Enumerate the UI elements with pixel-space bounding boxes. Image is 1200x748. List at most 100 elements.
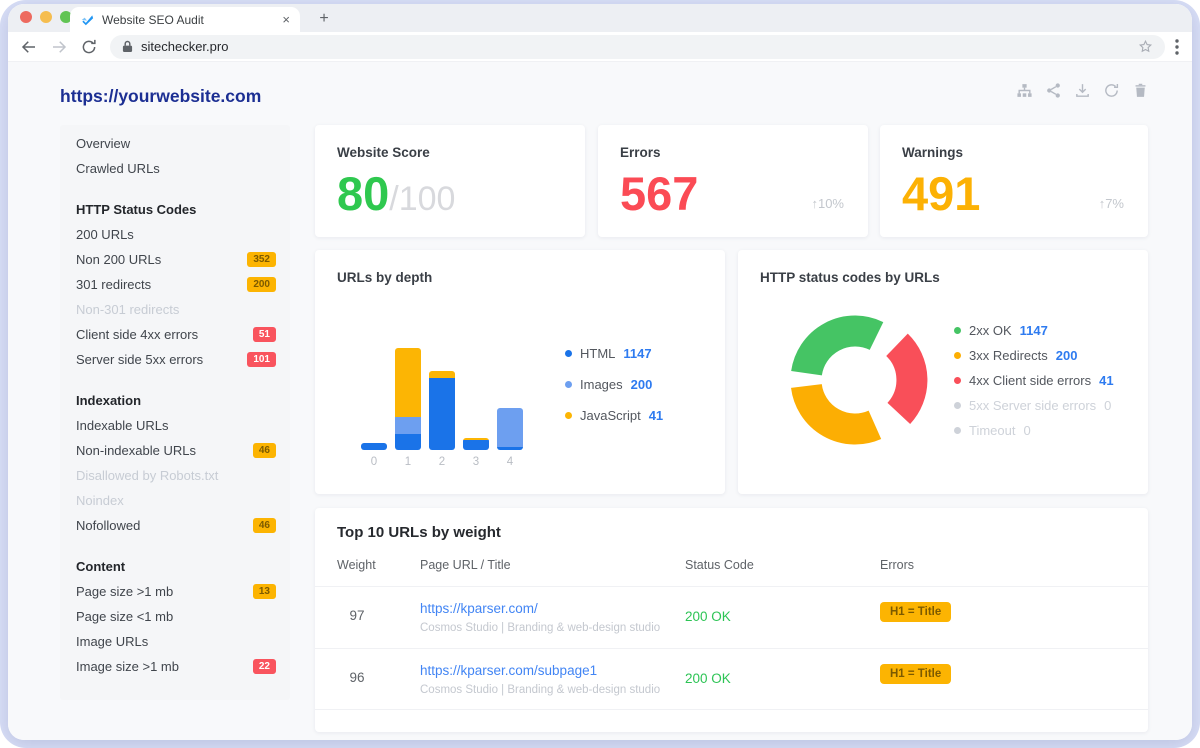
sidebar-item[interactable]: 301 redirects 200 <box>76 272 276 297</box>
warnings-trend: ↑7% <box>1099 196 1124 211</box>
tab-title: Website SEO Audit <box>102 13 274 27</box>
count-badge: 352 <box>247 252 276 267</box>
legend-label: JavaScript <box>580 408 641 423</box>
report-actions <box>1016 82 1149 99</box>
sidebar-item[interactable]: 200 URLs <box>76 222 276 247</box>
sidebar-item[interactable]: Client side 4xx errors51 <box>76 322 276 347</box>
legend-item: 2xx OK1147 <box>954 318 1114 343</box>
status-chart-legend: 2xx OK1147 3xx Redirects 200 4xx Client sid… <box>954 318 1114 443</box>
count-badge: 200 <box>247 277 276 292</box>
refresh-icon[interactable] <box>1103 82 1120 99</box>
new-tab-button[interactable]: + <box>313 8 335 30</box>
legend-label: 3xx Redirects <box>969 348 1048 363</box>
count-badge: 46 <box>253 518 276 533</box>
legend-label: Images <box>580 377 623 392</box>
sidebar-item[interactable]: Overview <box>76 131 276 156</box>
legend-item: 4xx Client side errors41 <box>954 368 1114 393</box>
status-donut-chart <box>780 305 930 455</box>
sidebar-item-label: Indexation <box>76 393 141 408</box>
sidebar-item-label: Server side 5xx errors <box>76 352 203 367</box>
sidebar-item-label: HTTP Status Codes <box>76 202 196 217</box>
trash-icon[interactable] <box>1132 82 1149 99</box>
legend-dot <box>565 381 572 388</box>
bar-segment-html <box>395 434 421 450</box>
browser-menu-icon[interactable] <box>1175 39 1179 55</box>
sidebar-item[interactable]: Page size <1 mb <box>76 604 276 629</box>
error-badge: H1 = Title <box>880 664 951 684</box>
sidebar-item[interactable]: Non-indexable URLs46 <box>76 438 276 463</box>
close-window-button[interactable] <box>20 11 32 23</box>
minimize-window-button[interactable] <box>40 11 52 23</box>
sidebar-item: Disallowed by Robots.txt <box>76 463 276 488</box>
bookmark-star-icon[interactable] <box>1138 39 1153 54</box>
sidebar-item[interactable]: Image URLs <box>76 629 276 654</box>
sidebar-item-label: Image URLs <box>76 634 148 649</box>
page-url-link[interactable]: https://kparser.com/ <box>420 601 538 616</box>
weight-cell: 96 <box>337 670 377 685</box>
page-title-subtext: Cosmos Studio | Branding & web-design st… <box>420 622 660 634</box>
sidebar-item-label: Non-indexable URLs <box>76 443 196 458</box>
sidebar-item[interactable]: Nofollowed 46 <box>76 513 276 538</box>
browser-tab[interactable]: Website SEO Audit × <box>70 7 300 32</box>
share-icon[interactable] <box>1045 82 1062 99</box>
browser-toolbar: sitechecker.pro <box>8 32 1192 62</box>
depth-bar-chart <box>361 340 523 450</box>
sidebar-item[interactable]: Indexable URLs <box>76 413 276 438</box>
page-title-subtext: Cosmos Studio | Branding & web-design st… <box>420 684 660 696</box>
donut-segment <box>806 386 875 429</box>
chart-title: HTTP status codes by URLs <box>760 270 940 285</box>
bar-segment-html <box>463 440 489 450</box>
count-badge: 101 <box>247 352 276 367</box>
download-icon[interactable] <box>1074 82 1091 99</box>
legend-value: 0 <box>1104 398 1111 413</box>
sitemap-icon[interactable] <box>1016 82 1033 99</box>
audited-site-url[interactable]: https://yourwebsite.com <box>60 86 261 107</box>
donut-segment <box>897 345 912 414</box>
legend-item: JavaScript41 <box>565 400 663 431</box>
chart-title: URLs by depth <box>337 270 432 285</box>
sidebar-item[interactable]: Image size >1 mb22 <box>76 654 276 679</box>
sidebar-item: Noindex <box>76 488 276 513</box>
window-controls <box>20 11 72 23</box>
legend-value: 200 <box>631 377 653 392</box>
row-divider <box>315 709 1148 710</box>
depth-x-axis-labels: 01234 <box>361 456 523 468</box>
bar-segment-html <box>429 378 455 450</box>
sidebar-item-label: Nofollowed <box>76 518 140 533</box>
sidebar-item[interactable]: Crawled URLs <box>76 156 276 181</box>
bar-segment-html <box>497 447 523 450</box>
legend-value: 200 <box>1056 348 1078 363</box>
forward-icon[interactable] <box>50 38 68 56</box>
legend-value: 41 <box>1099 373 1113 388</box>
address-bar[interactable]: sitechecker.pro <box>110 35 1165 59</box>
back-icon[interactable] <box>20 38 38 56</box>
page-url-link[interactable]: https://kparser.com/subpage1 <box>420 663 597 678</box>
sitechecker-favicon <box>80 13 94 27</box>
column-header-status: Status Code <box>685 558 754 572</box>
sidebar-item-label: Non 200 URLs <box>76 252 161 267</box>
sidebar-item[interactable]: Non 200 URLs 352 <box>76 247 276 272</box>
reload-icon[interactable] <box>80 38 98 56</box>
sidebar-item[interactable]: Page size >1 mb13 <box>76 579 276 604</box>
sidebar-item-label: Non-301 redirects <box>76 302 179 317</box>
sidebar-item[interactable]: Server side 5xx errors 101 <box>76 347 276 372</box>
sidebar-nav: Overview Crawled URLs HTTP Status Codes 200… <box>60 125 290 700</box>
legend-item: Timeout0 <box>954 418 1114 443</box>
sidebar-section-header: Indexation <box>76 388 276 413</box>
tab-close-icon[interactable]: × <box>282 13 290 26</box>
status-code-value: 200 OK <box>685 609 731 624</box>
bar-depth-2 <box>429 371 455 450</box>
count-badge: 51 <box>253 327 276 342</box>
sidebar-item-label: 301 redirects <box>76 277 151 292</box>
sidebar-item-label: Crawled URLs <box>76 161 160 176</box>
sidebar-item-label: Content <box>76 559 125 574</box>
legend-label: HTML <box>580 346 615 361</box>
legend-item: Images 200 <box>565 369 663 400</box>
x-axis-tick: 3 <box>463 456 489 468</box>
table-title: Top 10 URLs by weight <box>337 524 501 541</box>
error-badge: H1 = Title <box>880 602 951 622</box>
warnings-card: Warnings 491 ↑7% <box>880 125 1148 237</box>
status-code-value: 200 OK <box>685 671 731 686</box>
score-denominator: /100 <box>389 180 455 218</box>
x-axis-tick: 1 <box>395 456 421 468</box>
